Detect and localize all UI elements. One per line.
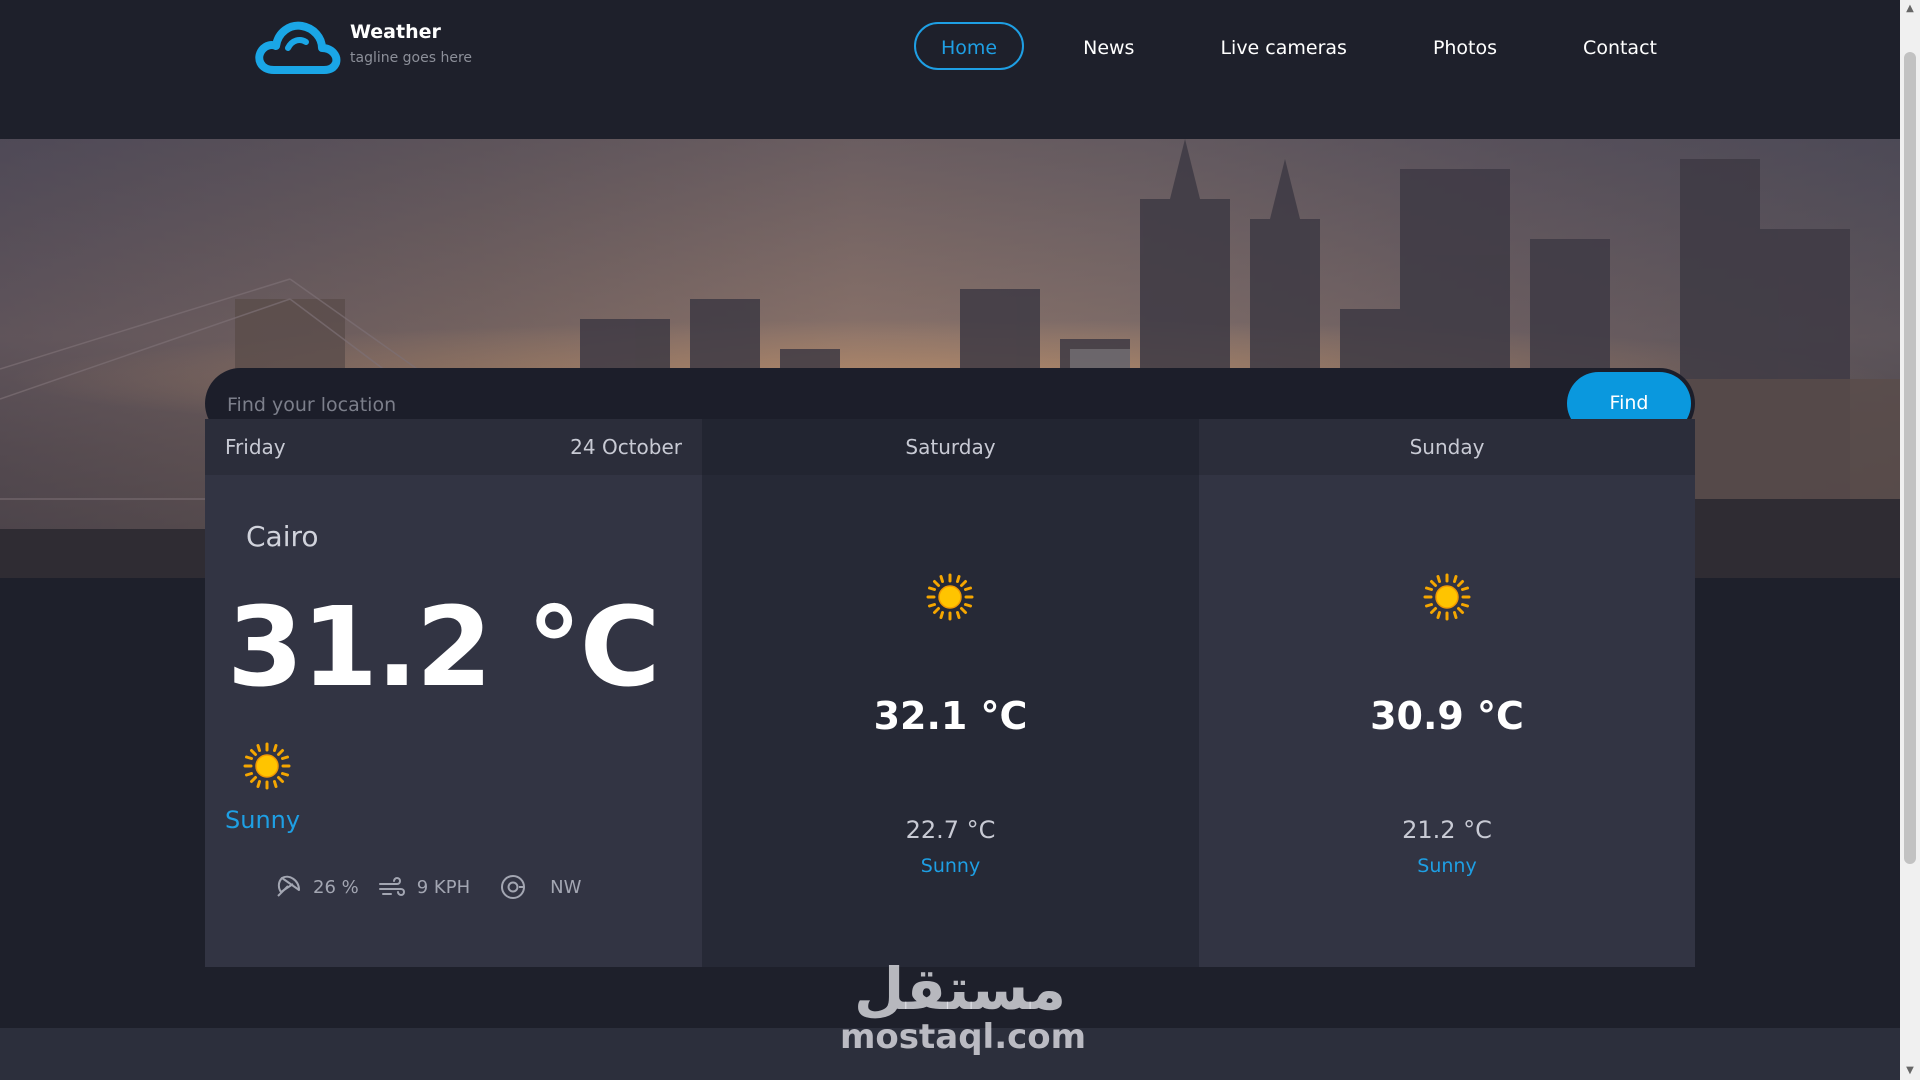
cloud-icon [255,21,341,74]
today-date: 24 October [570,435,682,459]
watermark-arabic: مستقل [853,955,1067,1023]
site-header: Weather tagline goes here Home News Live… [0,0,1900,139]
brand-tagline: tagline goes here [350,50,473,66]
nav-live-cameras[interactable]: Live cameras [1193,22,1373,70]
sun-icon [243,742,291,790]
logo[interactable]: Weather tagline goes here [252,18,472,76]
watermark: مستقل mostaql.com [840,955,1087,1057]
day-after-max-temp: 30.9 °C [1370,694,1524,738]
today-header: Friday 24 October [205,419,702,475]
tomorrow-condition: Sunny [920,855,981,877]
day-after-header: Sunday [1199,419,1695,475]
wind-speed-value: 9 KPH [416,876,471,898]
sun-icon [1423,573,1471,621]
wind-icon [378,876,405,897]
humidity-value: 26 % [313,876,359,898]
sun-icon [926,573,974,621]
nav-photos[interactable]: Photos [1406,22,1524,70]
tomorrow-header: Saturday [702,419,1199,475]
current-temperature: 31.2 °C [227,583,660,711]
main-nav: Home News Live cameras Photos Contact [914,22,1716,70]
watermark-latin: mostaql.com [840,1017,1087,1057]
compass-icon [501,875,526,899]
umbrella-icon [277,875,300,897]
nav-contact[interactable]: Contact [1556,22,1684,70]
forecast-panel: Friday 24 October Cairo 31.2 °C Sunny 26… [205,419,1695,967]
tomorrow-day: Saturday [905,435,996,459]
brand-name: Weather [350,21,441,43]
today-day: Friday [225,435,286,459]
nav-news[interactable]: News [1056,22,1161,70]
tomorrow-max-temp: 32.1 °C [873,694,1028,738]
scroll-up-arrow-icon[interactable]: ▲ [1900,0,1920,18]
wind-direction-value: NW [550,876,582,898]
tomorrow-min-temp: 22.7 °C [905,816,996,844]
day-after-min-temp: 21.2 °C [1402,816,1492,844]
vertical-scrollbar[interactable]: ▲ ▼ [1900,0,1920,1080]
weather-stats: 26 % 9 KPH NW [273,872,599,902]
scrollbar-thumb[interactable] [1904,52,1916,864]
city-name: Cairo [246,520,319,553]
current-condition: Sunny [225,806,301,834]
day-after-card: Sunday 30.9 °C 21.2 °C Sunny [1199,419,1695,967]
tomorrow-card: Saturday 32.1 °C 22.7 °C Sunny [702,419,1199,967]
day-after-day: Sunday [1409,435,1485,459]
nav-home[interactable]: Home [914,22,1025,70]
today-card: Friday 24 October Cairo 31.2 °C Sunny 26… [205,419,702,967]
day-after-condition: Sunny [1417,855,1477,877]
scroll-down-arrow-icon[interactable]: ▼ [1900,1062,1920,1080]
